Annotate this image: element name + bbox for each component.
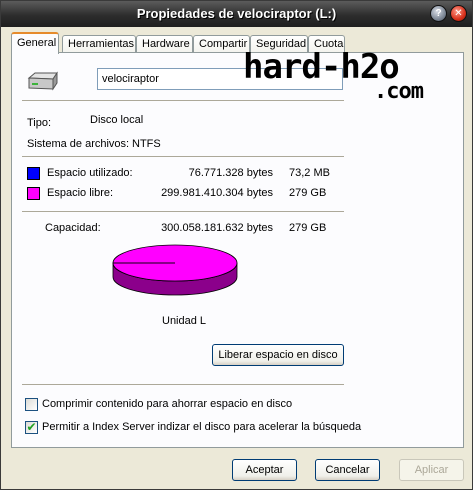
window-title: Propiedades de velociraptor (L:) bbox=[136, 6, 337, 21]
capacity-label: Capacidad: bbox=[45, 222, 101, 234]
drive-letter-label: Unidad L bbox=[162, 315, 207, 327]
drive-icon bbox=[27, 71, 58, 91]
used-space-short: 73,2 MB bbox=[289, 167, 330, 179]
close-icon: ✕ bbox=[454, 7, 463, 19]
type-value: Disco local bbox=[90, 114, 144, 126]
type-label: Tipo: bbox=[27, 117, 52, 129]
separator bbox=[22, 156, 344, 157]
tab-compartir[interactable]: Compartir bbox=[193, 35, 250, 53]
checkmark-icon: ✔ bbox=[26, 420, 37, 434]
compress-label[interactable]: Comprimir contenido para ahorrar espacio… bbox=[42, 398, 292, 410]
capacity-bytes: 300.058.181.632 bytes bbox=[161, 222, 273, 234]
tab-herramientas[interactable]: Herramientas bbox=[62, 35, 136, 53]
separator bbox=[22, 211, 344, 212]
properties-dialog: Propiedades de velociraptor (L:) ? ✕ Gen… bbox=[0, 0, 473, 490]
compress-checkbox[interactable] bbox=[25, 398, 38, 411]
used-space-bytes: 76.771.328 bytes bbox=[188, 167, 273, 179]
capacity-short: 279 GB bbox=[289, 222, 327, 234]
filesystem-label: Sistema de archivos: bbox=[27, 138, 130, 150]
free-space-short: 279 GB bbox=[289, 187, 327, 199]
watermark-logo-domain: .com bbox=[374, 79, 424, 104]
index-label[interactable]: Permitir a Index Server indizar el disco… bbox=[42, 421, 361, 433]
tab-hardware[interactable]: Hardware bbox=[136, 35, 193, 53]
free-space-label: Espacio libre: bbox=[47, 187, 114, 199]
help-button[interactable]: ? bbox=[430, 5, 447, 22]
tab-general[interactable]: General bbox=[11, 32, 59, 54]
disk-usage-pie bbox=[112, 244, 238, 296]
close-button[interactable]: ✕ bbox=[450, 5, 467, 22]
used-space-swatch bbox=[27, 167, 40, 180]
separator bbox=[22, 100, 344, 101]
separator bbox=[22, 384, 344, 385]
filesystem-value: NTFS bbox=[132, 138, 161, 150]
cancel-button[interactable]: Cancelar bbox=[315, 459, 380, 481]
help-icon: ? bbox=[435, 7, 442, 19]
used-space-label: Espacio utilizado: bbox=[47, 167, 133, 179]
title-bar[interactable]: Propiedades de velociraptor (L:) ? ✕ bbox=[1, 1, 472, 27]
disk-cleanup-button[interactable]: Liberar espacio en disco bbox=[212, 344, 344, 366]
index-checkbox[interactable]: ✔ bbox=[25, 421, 38, 434]
free-space-swatch bbox=[27, 187, 40, 200]
general-tab-panel: Tipo: Disco local Sistema de archivos: N… bbox=[11, 52, 464, 448]
free-space-bytes: 299.981.410.304 bytes bbox=[161, 187, 273, 199]
apply-button[interactable]: Aplicar bbox=[399, 459, 464, 481]
ok-button[interactable]: Aceptar bbox=[232, 459, 297, 481]
